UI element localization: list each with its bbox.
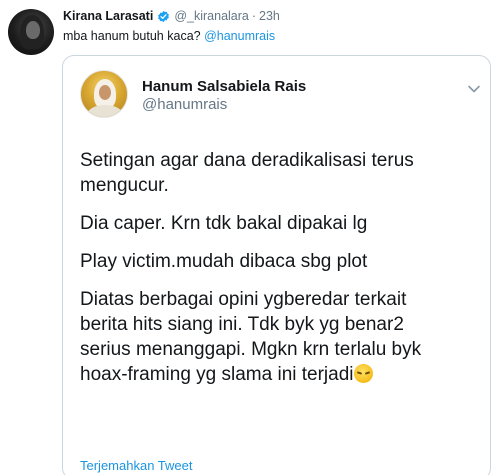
quoted-display-name[interactable]: Hanum Salsabiela Rais bbox=[142, 78, 306, 95]
verified-badge-icon bbox=[158, 10, 170, 22]
translate-tweet-link[interactable]: Terjemahkan Tweet bbox=[80, 458, 193, 473]
chevron-down-icon[interactable] bbox=[467, 82, 481, 96]
outer-tweet: Kirana Larasati @_kiranalara · 23h mba h… bbox=[0, 0, 500, 475]
quoted-paragraph: Dia caper. Krn tdk bakal dipakai lg bbox=[80, 211, 480, 236]
quoted-tweet-text: Setingan agar dana deradikalisasi terus … bbox=[80, 148, 480, 400]
quoted-paragraph: Diatas berbagai opini ygberedar terkait … bbox=[80, 287, 480, 387]
text-line: Setingan agar dana deradikalisasi terus bbox=[80, 150, 414, 171]
quoted-handle[interactable]: @hanumrais bbox=[142, 96, 227, 113]
text-line: mengucur. bbox=[80, 175, 169, 196]
text-line-with-emoji: hoax-framing yg slama ini terjadi bbox=[80, 362, 480, 387]
text-line: Dia caper. Krn tdk bakal dipakai lg bbox=[80, 213, 368, 234]
text-line: berita hits siang ini. Tdk byk yg benar2 bbox=[80, 314, 404, 335]
pensive-face-emoji bbox=[353, 364, 373, 383]
text-line: serius menanggapi. Mgkn krn terlalu byk bbox=[80, 339, 422, 360]
outer-tweet-text: mba hanum butuh kaca? @hanumrais bbox=[63, 29, 275, 43]
text-line: hoax-framing yg slama ini terjadi bbox=[80, 364, 354, 385]
quoted-avatar[interactable] bbox=[80, 70, 128, 118]
quoted-paragraph: Play victim.mudah dibaca sbg plot bbox=[80, 249, 480, 274]
outer-avatar[interactable] bbox=[8, 9, 54, 55]
outer-handle[interactable]: @_kiranalara bbox=[174, 9, 249, 23]
outer-tweet-header: Kirana Larasati @_kiranalara · 23h bbox=[63, 9, 280, 23]
outer-timestamp[interactable]: 23h bbox=[259, 9, 280, 23]
quoted-paragraph: Setingan agar dana deradikalisasi terus … bbox=[80, 148, 480, 198]
separator-dot: · bbox=[251, 9, 257, 23]
outer-text-body: mba hanum butuh kaca? bbox=[63, 29, 201, 43]
outer-display-name[interactable]: Kirana Larasati bbox=[63, 9, 153, 23]
mention-link[interactable]: @hanumrais bbox=[204, 29, 275, 43]
quoted-tweet-card[interactable]: Hanum Salsabiela Rais @hanumrais Setinga… bbox=[62, 55, 491, 475]
text-line: Diatas berbagai opini ygberedar terkait bbox=[80, 289, 407, 310]
text-line: Play victim.mudah dibaca sbg plot bbox=[80, 251, 368, 272]
